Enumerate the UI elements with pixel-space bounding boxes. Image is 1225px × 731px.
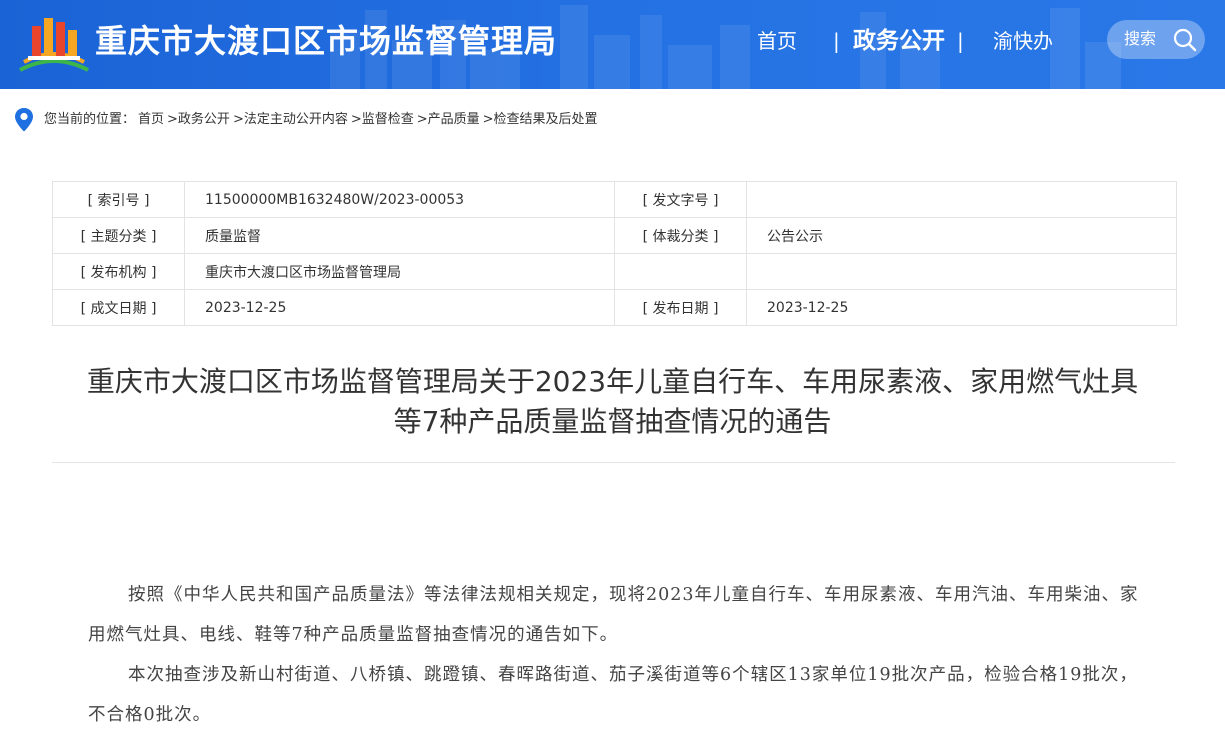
issuer-label: [ 发布机构 ] bbox=[52, 253, 185, 290]
table-row: [ 主题分类 ] 质量监督 [ 体裁分类 ] 公告公示 bbox=[52, 217, 1177, 254]
nav-gov-open[interactable]: 政务公开 bbox=[853, 26, 945, 56]
doc-no-value bbox=[746, 181, 1177, 218]
search-button[interactable]: 搜索 bbox=[1107, 20, 1205, 59]
breadcrumb-item-inspection[interactable]: >监督检查 bbox=[351, 112, 414, 127]
table-row: [ 索引号 ] 11500000MB1632480W/2023-00053 [ … bbox=[52, 181, 1177, 218]
nav-separator: | bbox=[833, 29, 840, 53]
index-no-value: 11500000MB1632480W/2023-00053 bbox=[184, 181, 615, 218]
article-paragraph: 本次抽查涉及新山村街道、八桥镇、跳蹬镇、春晖路街道、茄子溪街道等6个辖区13家单… bbox=[88, 665, 1138, 725]
breadcrumb: 您当前的位置： 首页 >政务公开 >法定主动公开内容 >监督检查 >产品质量 >检查结果及后… bbox=[14, 106, 601, 134]
empty-cell bbox=[746, 253, 1177, 290]
breadcrumb-item-home[interactable]: 首页 bbox=[138, 112, 164, 127]
article-paragraph: 按照《中华人民共和国产品质量法》等法律法规相关规定，现将2023年儿童自行车、车… bbox=[88, 585, 1139, 645]
topic-value: 质量监督 bbox=[184, 217, 615, 254]
issuer-value: 重庆市大渡口区市场监督管理局 bbox=[184, 253, 615, 290]
created-date-label: [ 成文日期 ] bbox=[52, 289, 185, 326]
empty-cell bbox=[614, 253, 747, 290]
breadcrumb-item-product-quality[interactable]: >产品质量 bbox=[417, 112, 480, 127]
site-header: 重庆市大渡口区市场监督管理局 首页 | 政务公开 | 渝快办 搜索 bbox=[0, 0, 1225, 89]
article-title-line: 重庆市大渡口区市场监督管理局关于2023年儿童自行车、车用尿素液、家用燃气灶具 bbox=[86, 365, 1139, 398]
search-icon bbox=[1173, 28, 1197, 52]
table-row: [ 成文日期 ] 2023-12-25 [ 发布日期 ] 2023-12-25 bbox=[52, 289, 1177, 326]
topic-label: [ 主题分类 ] bbox=[52, 217, 185, 254]
index-no-label: [ 索引号 ] bbox=[52, 181, 185, 218]
location-pin-icon bbox=[15, 108, 33, 132]
search-label: 搜索 bbox=[1124, 29, 1157, 48]
divider bbox=[52, 462, 1175, 463]
site-title[interactable]: 重庆市大渡口区市场监督管理局 bbox=[95, 20, 557, 62]
created-date-value: 2023-12-25 bbox=[184, 289, 615, 326]
document-meta-table: [ 索引号 ] 11500000MB1632480W/2023-00053 [ … bbox=[52, 181, 1177, 326]
article-title-line: 等7种产品质量监督抽查情况的通告 bbox=[393, 405, 832, 438]
breadcrumb-prefix: 您当前的位置： bbox=[44, 112, 136, 127]
bureau-logo[interactable] bbox=[14, 12, 94, 76]
breadcrumb-item-statutory[interactable]: >法定主动公开内容 bbox=[233, 112, 348, 127]
breadcrumb-item-results[interactable]: >检查结果及后处置 bbox=[483, 112, 598, 127]
genre-label: [ 体裁分类 ] bbox=[614, 217, 747, 254]
doc-no-label: [ 发文字号 ] bbox=[614, 181, 747, 218]
breadcrumb-text: 您当前的位置： 首页 >政务公开 >法定主动公开内容 >监督检查 >产品质量 >检查结果及后… bbox=[44, 110, 601, 130]
table-row: [ 发布机构 ] 重庆市大渡口区市场监督管理局 bbox=[52, 253, 1177, 290]
nav-home[interactable]: 首页 bbox=[757, 26, 797, 56]
breadcrumb-item-gov-open[interactable]: >政务公开 bbox=[167, 112, 230, 127]
genre-value: 公告公示 bbox=[746, 217, 1177, 254]
published-date-value: 2023-12-25 bbox=[746, 289, 1177, 326]
nav-separator: | bbox=[957, 29, 964, 53]
article-title: 重庆市大渡口区市场监督管理局关于2023年儿童自行车、车用尿素液、家用燃气灶具 … bbox=[40, 362, 1185, 442]
nav-yu-kuai-ban[interactable]: 渝快办 bbox=[993, 26, 1053, 56]
published-date-label: [ 发布日期 ] bbox=[614, 289, 747, 326]
